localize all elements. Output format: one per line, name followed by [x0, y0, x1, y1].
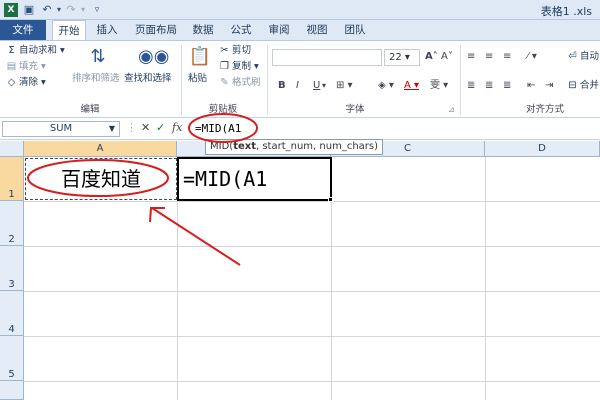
- brush-icon: ✎: [220, 77, 229, 88]
- sort-filter-button[interactable]: 排序和筛选: [72, 72, 120, 86]
- ribbon-separator: [267, 45, 268, 115]
- gridline: [24, 201, 600, 202]
- align-right-icon[interactable]: ≣: [503, 79, 511, 93]
- merge-icon: ⊟: [568, 80, 577, 91]
- window-title: 表格1 .xls: [540, 5, 592, 18]
- clear-button[interactable]: ◇ 清除 ▾: [6, 76, 46, 90]
- align-bottom-icon[interactable]: ≡: [503, 50, 511, 64]
- merge-center-button[interactable]: ⊟ 合并: [567, 79, 599, 93]
- save-icon[interactable]: ▣: [22, 3, 36, 17]
- title-bar: X ▣ ↶ ▾ ↷ ▾ ▿ 表格1 .xls: [0, 0, 600, 20]
- cell-b1-active[interactable]: =MID(A1: [177, 157, 332, 201]
- increase-indent-icon[interactable]: ⇥: [545, 79, 553, 93]
- gridline: [24, 336, 600, 337]
- find-select-button[interactable]: 查找和选择: [124, 72, 172, 86]
- decrease-indent-icon[interactable]: ⇤: [527, 79, 535, 93]
- align-middle-icon[interactable]: ≡: [485, 50, 493, 64]
- group-label-clipboard: 剪贴板: [208, 104, 238, 115]
- tab-file[interactable]: 文件: [0, 20, 46, 40]
- format-painter-button[interactable]: ✎ 格式刷: [219, 76, 260, 90]
- gridline: [485, 157, 486, 400]
- tab-team[interactable]: 团队: [340, 20, 370, 40]
- paste-icon: 📋: [188, 46, 212, 67]
- row-header-4[interactable]: 4: [0, 291, 24, 336]
- row-header-5[interactable]: 5: [0, 336, 24, 381]
- customize-toolbar-icon[interactable]: ▿: [90, 3, 104, 17]
- wrap-icon: ⏎: [568, 51, 577, 62]
- ribbon: Σ 自动求和 ▾ ▤ 填充 ▾ ◇ 清除 ▾ ⇅ 排序和筛选 ◉◉ 查找和选择 编辑 …: [0, 40, 600, 118]
- shrink-font-icon[interactable]: A˅: [441, 50, 453, 64]
- column-header-d[interactable]: D: [485, 141, 600, 157]
- paste-button[interactable]: 粘贴: [188, 72, 207, 86]
- copy-icon: ❐: [220, 61, 229, 72]
- excel-window: X ▣ ↶ ▾ ↷ ▾ ▿ 表格1 .xls 文件 开始 插入 页面布局 数据 …: [0, 0, 600, 400]
- font-dialog-launcher-icon[interactable]: ⊿: [448, 103, 455, 117]
- eraser-icon: ◇: [7, 77, 16, 88]
- formula-input[interactable]: =MID(A1: [191, 121, 600, 137]
- ribbon-separator: [460, 45, 461, 115]
- row-header-6[interactable]: [0, 381, 24, 400]
- select-all-corner[interactable]: [0, 141, 24, 157]
- align-top-icon[interactable]: ≡: [467, 50, 475, 64]
- gridline: [24, 246, 600, 247]
- sort-filter-icon: ⇅: [90, 46, 106, 67]
- chevron-down-icon: ▼: [108, 124, 115, 133]
- wrap-text-button[interactable]: ⏎ 自动: [567, 50, 599, 64]
- bold-button[interactable]: B: [278, 79, 286, 93]
- group-label-edit: 编辑: [80, 104, 100, 115]
- redo-dropdown-icon[interactable]: ▾: [76, 3, 90, 17]
- formula-bar-grip-icon: ⋮: [126, 121, 137, 134]
- tab-page-layout[interactable]: 页面布局: [130, 20, 182, 40]
- formula-bar: SUM ▼ ⋮ ✕ ✓ fx =MID(A1: [0, 118, 600, 140]
- fill-handle[interactable]: [328, 197, 333, 202]
- ribbon-tabs: 文件 开始 插入 页面布局 数据 公式 审阅 视图 团队: [0, 20, 600, 41]
- row-header-1[interactable]: 1: [0, 157, 24, 201]
- align-left-icon[interactable]: ≣: [467, 79, 475, 93]
- gridline: [24, 381, 600, 382]
- insert-function-icon[interactable]: fx: [172, 120, 182, 136]
- tab-home[interactable]: 开始: [52, 20, 86, 41]
- sigma-icon: Σ: [8, 45, 15, 56]
- phonetic-icon[interactable]: 雯 ▾: [430, 79, 448, 93]
- fill-button[interactable]: ▤ 填充 ▾: [6, 60, 46, 74]
- cut-button[interactable]: ✂ 剪切: [219, 44, 251, 58]
- group-label-font: 字体: [345, 104, 365, 115]
- column-header-a[interactable]: A: [24, 141, 177, 157]
- autosum-button[interactable]: Σ 自动求和 ▾: [6, 44, 64, 58]
- name-box[interactable]: SUM ▼: [2, 121, 120, 137]
- tab-formulas[interactable]: 公式: [226, 20, 256, 40]
- copy-button[interactable]: ❐ 复制 ▾: [219, 60, 259, 74]
- fill-icon: ▤: [6, 61, 17, 72]
- tooltip-current-arg: text: [233, 141, 256, 152]
- fill-color-icon[interactable]: ◈ ▾: [378, 79, 394, 93]
- row-header-3[interactable]: 3: [0, 246, 24, 291]
- borders-icon[interactable]: ⊞ ▾: [336, 79, 353, 93]
- group-label-alignment: 对齐方式: [525, 104, 564, 115]
- worksheet-grid: A B C D 1 2 3 4 5 百度知道 =MID(A1: [0, 141, 600, 400]
- italic-button[interactable]: I: [296, 79, 299, 93]
- tab-data[interactable]: 数据: [188, 20, 218, 40]
- cell-a1[interactable]: 百度知道: [25, 158, 177, 200]
- scissors-icon: ✂: [220, 45, 229, 56]
- ribbon-separator: [181, 45, 182, 115]
- grow-font-icon[interactable]: A˄: [425, 50, 438, 64]
- orientation-icon[interactable]: ⁄ ▾: [527, 50, 537, 64]
- underline-button[interactable]: U: [313, 79, 320, 93]
- gridline: [24, 291, 600, 292]
- tab-insert[interactable]: 插入: [90, 20, 124, 40]
- font-name-select[interactable]: [272, 49, 382, 66]
- align-center-icon[interactable]: ≣: [485, 79, 493, 93]
- excel-logo-icon: X: [4, 3, 18, 17]
- underline-dropdown-icon[interactable]: ▾: [322, 79, 326, 93]
- binoculars-icon: ◉◉: [138, 46, 170, 67]
- font-color-icon[interactable]: A ▾: [404, 79, 419, 93]
- cancel-icon[interactable]: ✕: [141, 120, 150, 136]
- function-tooltip: MID(text, start_num, num_chars): [205, 139, 384, 155]
- row-header-2[interactable]: 2: [0, 201, 24, 246]
- tab-view[interactable]: 视图: [302, 20, 332, 40]
- enter-icon[interactable]: ✓: [156, 120, 165, 136]
- tab-review[interactable]: 审阅: [264, 20, 294, 40]
- font-size-select[interactable]: 22 ▾: [384, 49, 420, 66]
